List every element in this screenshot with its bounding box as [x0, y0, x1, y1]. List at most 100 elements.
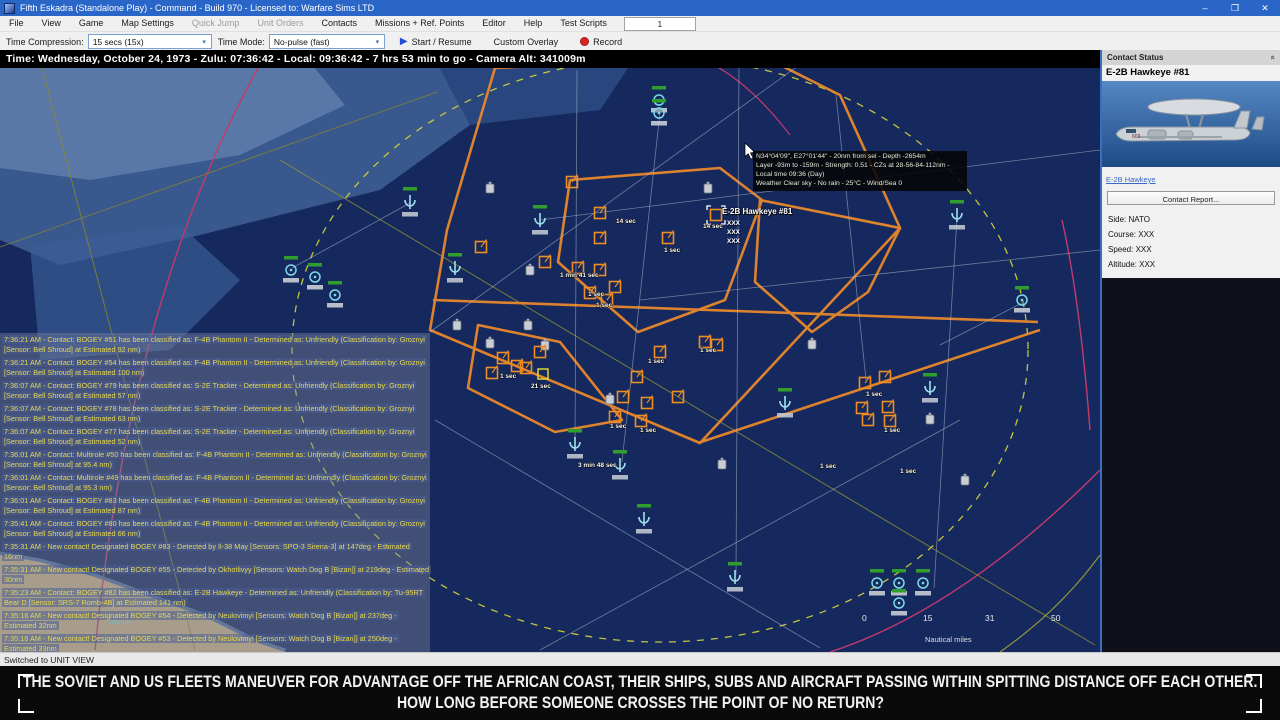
time-mode-value: No-pulse (fast)	[273, 36, 330, 47]
log-message[interactable]: 7:35:16 AM - New contact! Designated BOG…	[2, 611, 430, 631]
log-message[interactable]: 7:36:21 AM - Contact: BOGEY #54 has been…	[2, 358, 430, 378]
log-message[interactable]: 7:35:23 AM - Contact: BOGEY #82 has been…	[2, 588, 430, 608]
minimize-button[interactable]: –	[1190, 0, 1220, 16]
friendly-sub-unit[interactable]	[447, 253, 463, 283]
hostile-air-contact[interactable]	[608, 279, 622, 294]
toolbar: Time Compression: 15 secs (15x) ▾ Time M…	[0, 31, 1280, 51]
custom-overlay-label: Custom Overlay	[493, 36, 559, 47]
log-message[interactable]: 7:36:01 AM - Contact: BOGEY #83 has been…	[2, 496, 430, 516]
log-message[interactable]: 7:36:21 AM - Contact: BOGEY #51 has been…	[2, 335, 430, 355]
friendly-ship-unit[interactable]	[283, 256, 299, 283]
hostile-air-contact[interactable]	[593, 230, 607, 245]
selected-unit-label[interactable]: E-2B Hawkeye #81	[722, 207, 792, 216]
menu-game[interactable]: Game	[70, 16, 113, 31]
hostile-air-contact[interactable]	[538, 254, 552, 269]
maximize-button[interactable]: ❐	[1220, 0, 1250, 16]
log-message[interactable]: 7:36:07 AM - Contact: BOGEY #77 has been…	[2, 427, 430, 447]
selected-unit-datablock: XXX XXX XXX	[727, 219, 740, 246]
contact-age-label: 14 sec	[616, 218, 636, 225]
hostile-air-contact[interactable]	[671, 389, 685, 404]
contact-age-label: 1 sec	[900, 468, 917, 475]
friendly-sub-unit[interactable]	[777, 388, 793, 418]
hostile-air-contact[interactable]	[653, 344, 667, 359]
datum-marker[interactable]	[485, 181, 495, 194]
collapse-panel-icon[interactable]: «	[1268, 55, 1277, 59]
contact-age-label: 1 sec	[700, 347, 717, 354]
record-button[interactable]: Record	[573, 34, 629, 49]
datum-marker[interactable]	[807, 337, 817, 350]
chevron-down-icon: ▾	[202, 38, 206, 46]
friendly-ship-unit[interactable]	[869, 569, 885, 596]
contact-course: Course: XXX	[1108, 230, 1155, 239]
menu-missions-ref-points[interactable]: Missions + Ref. Points	[366, 16, 473, 31]
hostile-air-contact[interactable]	[698, 334, 712, 349]
datum-marker[interactable]	[960, 473, 970, 486]
hostile-air-contact[interactable]	[661, 230, 675, 245]
hostile-air-contact[interactable]	[630, 369, 644, 384]
selected-unit-speed: XXX	[727, 229, 741, 236]
datum-marker[interactable]	[485, 336, 495, 349]
friendly-sub-unit[interactable]	[532, 205, 548, 235]
hostile-air-contact[interactable]	[533, 344, 547, 359]
contact-report-button[interactable]: Contact Report...	[1107, 191, 1275, 205]
start-resume-button[interactable]: ▶ Start / Resume	[393, 34, 479, 49]
banner-corner-bracket	[18, 674, 34, 688]
contact-side: Side: NATO	[1108, 215, 1150, 224]
datum-marker[interactable]	[525, 263, 535, 276]
scale-tick: 31	[985, 613, 995, 623]
time-mode-select[interactable]: No-pulse (fast) ▾	[268, 34, 385, 49]
contact-age-label: 1 sec	[588, 291, 605, 298]
log-message[interactable]: 7:36:01 AM - Contact: Multirole #49 has …	[2, 473, 430, 493]
bearing-line	[835, 94, 867, 381]
hostile-air-contact[interactable]	[485, 365, 499, 380]
message-log[interactable]: 7:36:21 AM - Contact: BOGEY #51 has been…	[0, 333, 432, 652]
hostile-air-contact[interactable]	[881, 399, 895, 414]
hostile-air-contact[interactable]	[616, 389, 630, 404]
hostile-air-contact[interactable]	[474, 239, 488, 254]
tactical-map[interactable]: 14 sec 14 sec 1 sec 1 min 41 sec 1 sec 1 sec 2…	[0, 50, 1100, 652]
datum-marker[interactable]	[605, 392, 615, 405]
log-message[interactable]: 7:35:16 AM - New contact! Designated BOG…	[2, 634, 430, 652]
hostile-air-contact[interactable]	[855, 400, 869, 415]
friendly-ship-unit[interactable]	[307, 263, 323, 290]
log-message[interactable]: 7:36:07 AM - Contact: BOGEY #79 has been…	[2, 381, 430, 401]
friendly-ship-unit[interactable]	[327, 281, 343, 308]
friendly-sub-unit[interactable]	[727, 562, 743, 592]
menu-editor[interactable]: Editor	[473, 16, 515, 31]
time-compression-select[interactable]: 15 secs (15x) ▾	[87, 34, 212, 49]
hostile-air-contact[interactable]	[883, 413, 897, 428]
scale-unit-label: Nautical miles	[925, 635, 972, 644]
menu-contacts[interactable]: Contacts	[312, 16, 366, 31]
close-button[interactable]: ✕	[1250, 0, 1280, 16]
log-message[interactable]: 7:35:41 AM - Contact: BOGEY #80 has been…	[2, 519, 430, 539]
sim-time-bar: Time: Wednesday, October 24, 1973 - Zulu…	[0, 50, 1100, 68]
log-message[interactable]: 7:36:01 AM - Contact: Multirole #50 has …	[2, 450, 430, 470]
friendly-sub-unit[interactable]	[922, 373, 938, 403]
hostile-air-contact[interactable]	[861, 412, 875, 427]
datum-marker[interactable]	[703, 181, 713, 194]
datum-marker[interactable]	[717, 457, 727, 470]
menu-help[interactable]: Help	[515, 16, 552, 31]
menu-map-settings[interactable]: Map Settings	[112, 16, 183, 31]
menu-counter-badge: 1	[623, 16, 696, 31]
friendly-sub-unit[interactable]	[949, 200, 965, 230]
hostile-air-contact[interactable]	[640, 395, 654, 410]
datum-marker[interactable]	[925, 412, 935, 425]
datum-marker[interactable]	[452, 318, 462, 331]
aircraft-illustration: 603	[1102, 81, 1280, 167]
log-message[interactable]: 7:35:31 AM - New contact! Designated BOG…	[2, 542, 430, 562]
log-message[interactable]: 7:36:07 AM - Contact: BOGEY #78 has been…	[2, 404, 430, 424]
datum-marker[interactable]	[523, 318, 533, 331]
friendly-sub-unit[interactable]	[402, 187, 418, 217]
contact-db-link[interactable]: E-2B Hawkeye	[1106, 175, 1156, 184]
menu-unit-orders: Unit Orders	[257, 18, 304, 28]
menu-file[interactable]: File	[0, 16, 33, 31]
menu-view[interactable]: View	[33, 16, 70, 31]
custom-overlay-button[interactable]: Custom Overlay	[487, 34, 566, 49]
friendly-ship-unit[interactable]	[915, 569, 931, 596]
log-message[interactable]: 7:35:31 AM - New contact! Designated BOG…	[2, 565, 432, 585]
friendly-ship-unit[interactable]	[1014, 286, 1030, 313]
friendly-sub-unit[interactable]	[636, 504, 652, 534]
menu-test-scripts[interactable]: Test Scripts	[551, 16, 616, 31]
selected-unit-course: XXX	[727, 220, 741, 227]
